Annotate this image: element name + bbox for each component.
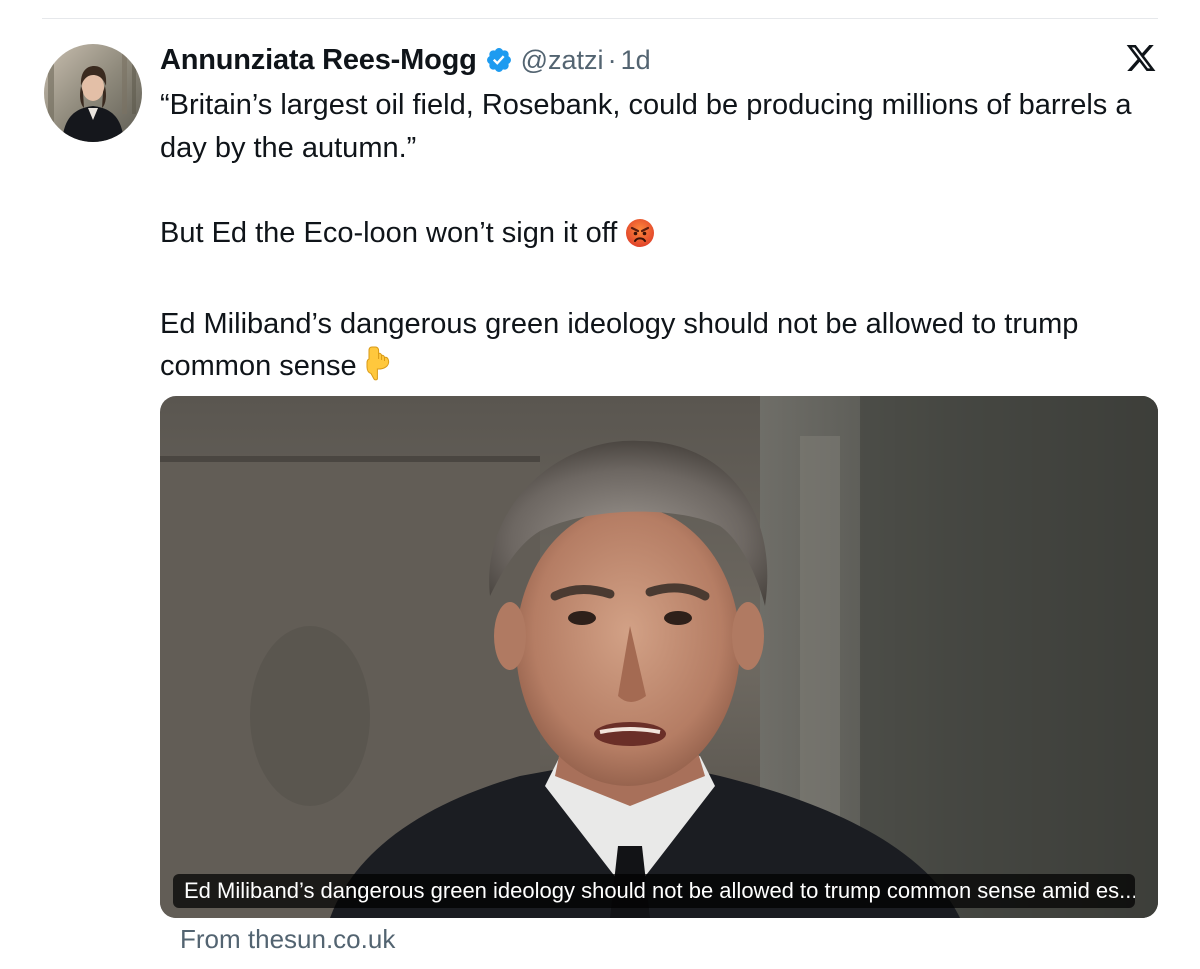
separator-dot: · (607, 44, 617, 75)
link-card[interactable]: Ed Miliband’s dangerous green ideology s… (160, 396, 1158, 918)
angry-face-icon (625, 218, 655, 261)
top-divider (42, 18, 1158, 19)
pointing-down-icon (365, 345, 391, 394)
avatar[interactable] (44, 44, 142, 142)
tweet-line-eco-loon: But Ed the Eco-loon won’t sign it off (160, 212, 1170, 261)
x-logo-icon[interactable] (1125, 42, 1157, 74)
tweet-line-ideology-text: Ed Miliband’s dangerous green ideology s… (160, 307, 1079, 383)
tweet-header: Annunziata Rees-Mogg @zatzi · 1d (160, 40, 651, 80)
tweet-text: “Britain’s largest oil field, Rosebank, … (160, 84, 1170, 394)
card-caption: Ed Miliband’s dangerous green ideology s… (173, 874, 1135, 908)
tweet-line-eco-loon-text: But Ed the Eco-loon won’t sign it off (160, 216, 618, 249)
card-image (160, 396, 1158, 918)
tweet-line-quote: “Britain’s largest oil field, Rosebank, … (160, 89, 1132, 164)
post-time[interactable]: 1d (621, 45, 651, 76)
avatar-photo (44, 44, 142, 142)
author-handle[interactable]: @zatzi (521, 45, 604, 76)
author-name[interactable]: Annunziata Rees-Mogg (160, 44, 477, 77)
card-source-link[interactable]: From thesun.co.uk (180, 924, 395, 955)
verified-badge-icon (485, 46, 513, 74)
tweet-line-ideology: Ed Miliband’s dangerous green ideology s… (160, 303, 1170, 394)
